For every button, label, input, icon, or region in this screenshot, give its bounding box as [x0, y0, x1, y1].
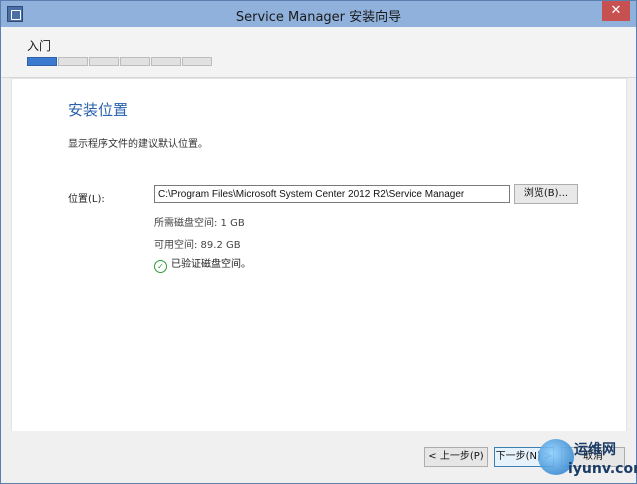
page-description: 显示程序文件的建议默认位置。	[68, 139, 208, 150]
progress-segment	[89, 57, 119, 66]
progress-segment	[182, 57, 212, 66]
wizard-header: 入门	[1, 27, 636, 78]
site-watermark: 运维网 iyunv.com	[538, 437, 637, 481]
progress-segment	[27, 57, 57, 66]
location-label: 位置(L):	[68, 194, 105, 205]
title-bar[interactable]: Service Manager 安装向导 ✕	[1, 1, 636, 27]
content-panel: 安装位置 显示程序文件的建议默认位置。 位置(L): 浏览(B)... 所需磁盘…	[11, 78, 627, 432]
close-icon: ✕	[610, 3, 622, 18]
progress-segment	[151, 57, 181, 66]
watermark-line2: iyunv.com	[568, 461, 637, 477]
step-progress	[27, 57, 212, 66]
required-space-text: 所需磁盘空间: 1 GB	[154, 218, 245, 229]
close-button[interactable]: ✕	[602, 1, 630, 21]
stage-label: 入门	[27, 39, 52, 53]
watermark-line1: 运维网	[574, 442, 616, 458]
back-button[interactable]: < 上一步(P)	[424, 447, 488, 467]
check-circle-icon: ✓	[154, 260, 167, 273]
disk-verified-status: ✓ 已验证磁盘空间。	[154, 255, 251, 273]
progress-segment	[58, 57, 88, 66]
page-title: 安装位置	[68, 101, 129, 119]
installer-window: Service Manager 安装向导 ✕ 入门 安装位置 显示程序文件的建议…	[0, 0, 637, 484]
available-space-text: 可用空间: 89.2 GB	[154, 240, 241, 251]
progress-segment	[120, 57, 150, 66]
disk-verified-text: 已验证磁盘空间。	[171, 259, 251, 270]
install-path-input[interactable]	[154, 185, 510, 203]
browse-button[interactable]: 浏览(B)...	[514, 184, 578, 204]
window-title: Service Manager 安装向导	[235, 10, 402, 25]
